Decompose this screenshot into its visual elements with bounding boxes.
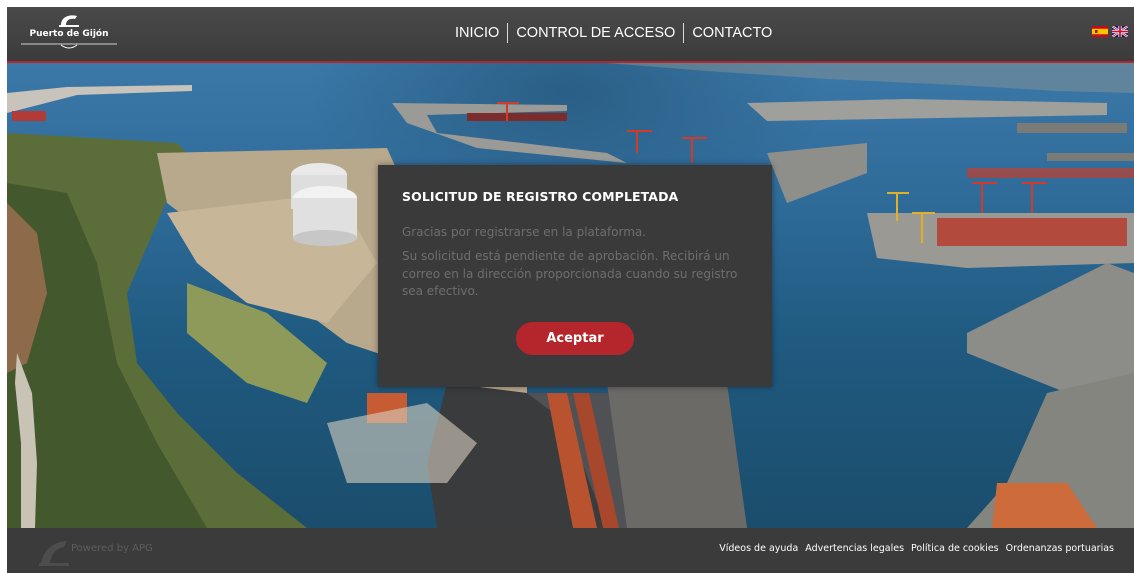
logo-mark-icon (59, 15, 79, 27)
powered-by-text: Powered by APG (71, 543, 153, 554)
nav-control-acceso[interactable]: CONTROL DE ACCESO (508, 22, 683, 44)
main-nav: INICIO CONTROL DE ACCESO CONTACTO (447, 22, 780, 44)
site-footer: Powered by APG Vídeos de ayuda Advertenc… (7, 528, 1134, 573)
page-frame: Puerto de Gijón INICIO CONTROL DE ACCESO… (7, 7, 1134, 573)
dialog-title: SOLICITUD DE REGISTRO COMPLETADA (402, 189, 679, 204)
logo-text: Puerto de Gijón (29, 29, 109, 39)
footer-links: Vídeos de ayuda Advertencias legales Pol… (719, 543, 1114, 554)
footer-link-cookies[interactable]: Política de cookies (911, 543, 999, 554)
dialog-pending-text: Su solicitud está pendiente de aprobació… (402, 249, 738, 298)
uk-flag-icon[interactable] (1112, 26, 1128, 37)
apg-logo-icon (39, 541, 69, 566)
footer-link-videos[interactable]: Vídeos de ayuda (719, 543, 798, 554)
logo-wave-icon (21, 43, 117, 49)
footer-link-ordenanzas[interactable]: Ordenanzas portuarias (1006, 543, 1114, 554)
footer-link-legal[interactable]: Advertencias legales (805, 543, 904, 554)
accept-button[interactable]: Aceptar (516, 322, 634, 355)
nav-inicio[interactable]: INICIO (447, 22, 507, 44)
language-switcher (1092, 26, 1128, 37)
nav-contacto[interactable]: CONTACTO (684, 22, 780, 44)
site-logo[interactable]: Puerto de Gijón (19, 11, 119, 53)
registration-success-dialog: SOLICITUD DE REGISTRO COMPLETADA Gracias… (378, 165, 772, 387)
spain-flag-icon[interactable] (1092, 26, 1108, 37)
dialog-thanks-text: Gracias por registrarse en la plataforma… (402, 225, 647, 239)
site-header: Puerto de Gijón INICIO CONTROL DE ACCESO… (7, 7, 1134, 63)
